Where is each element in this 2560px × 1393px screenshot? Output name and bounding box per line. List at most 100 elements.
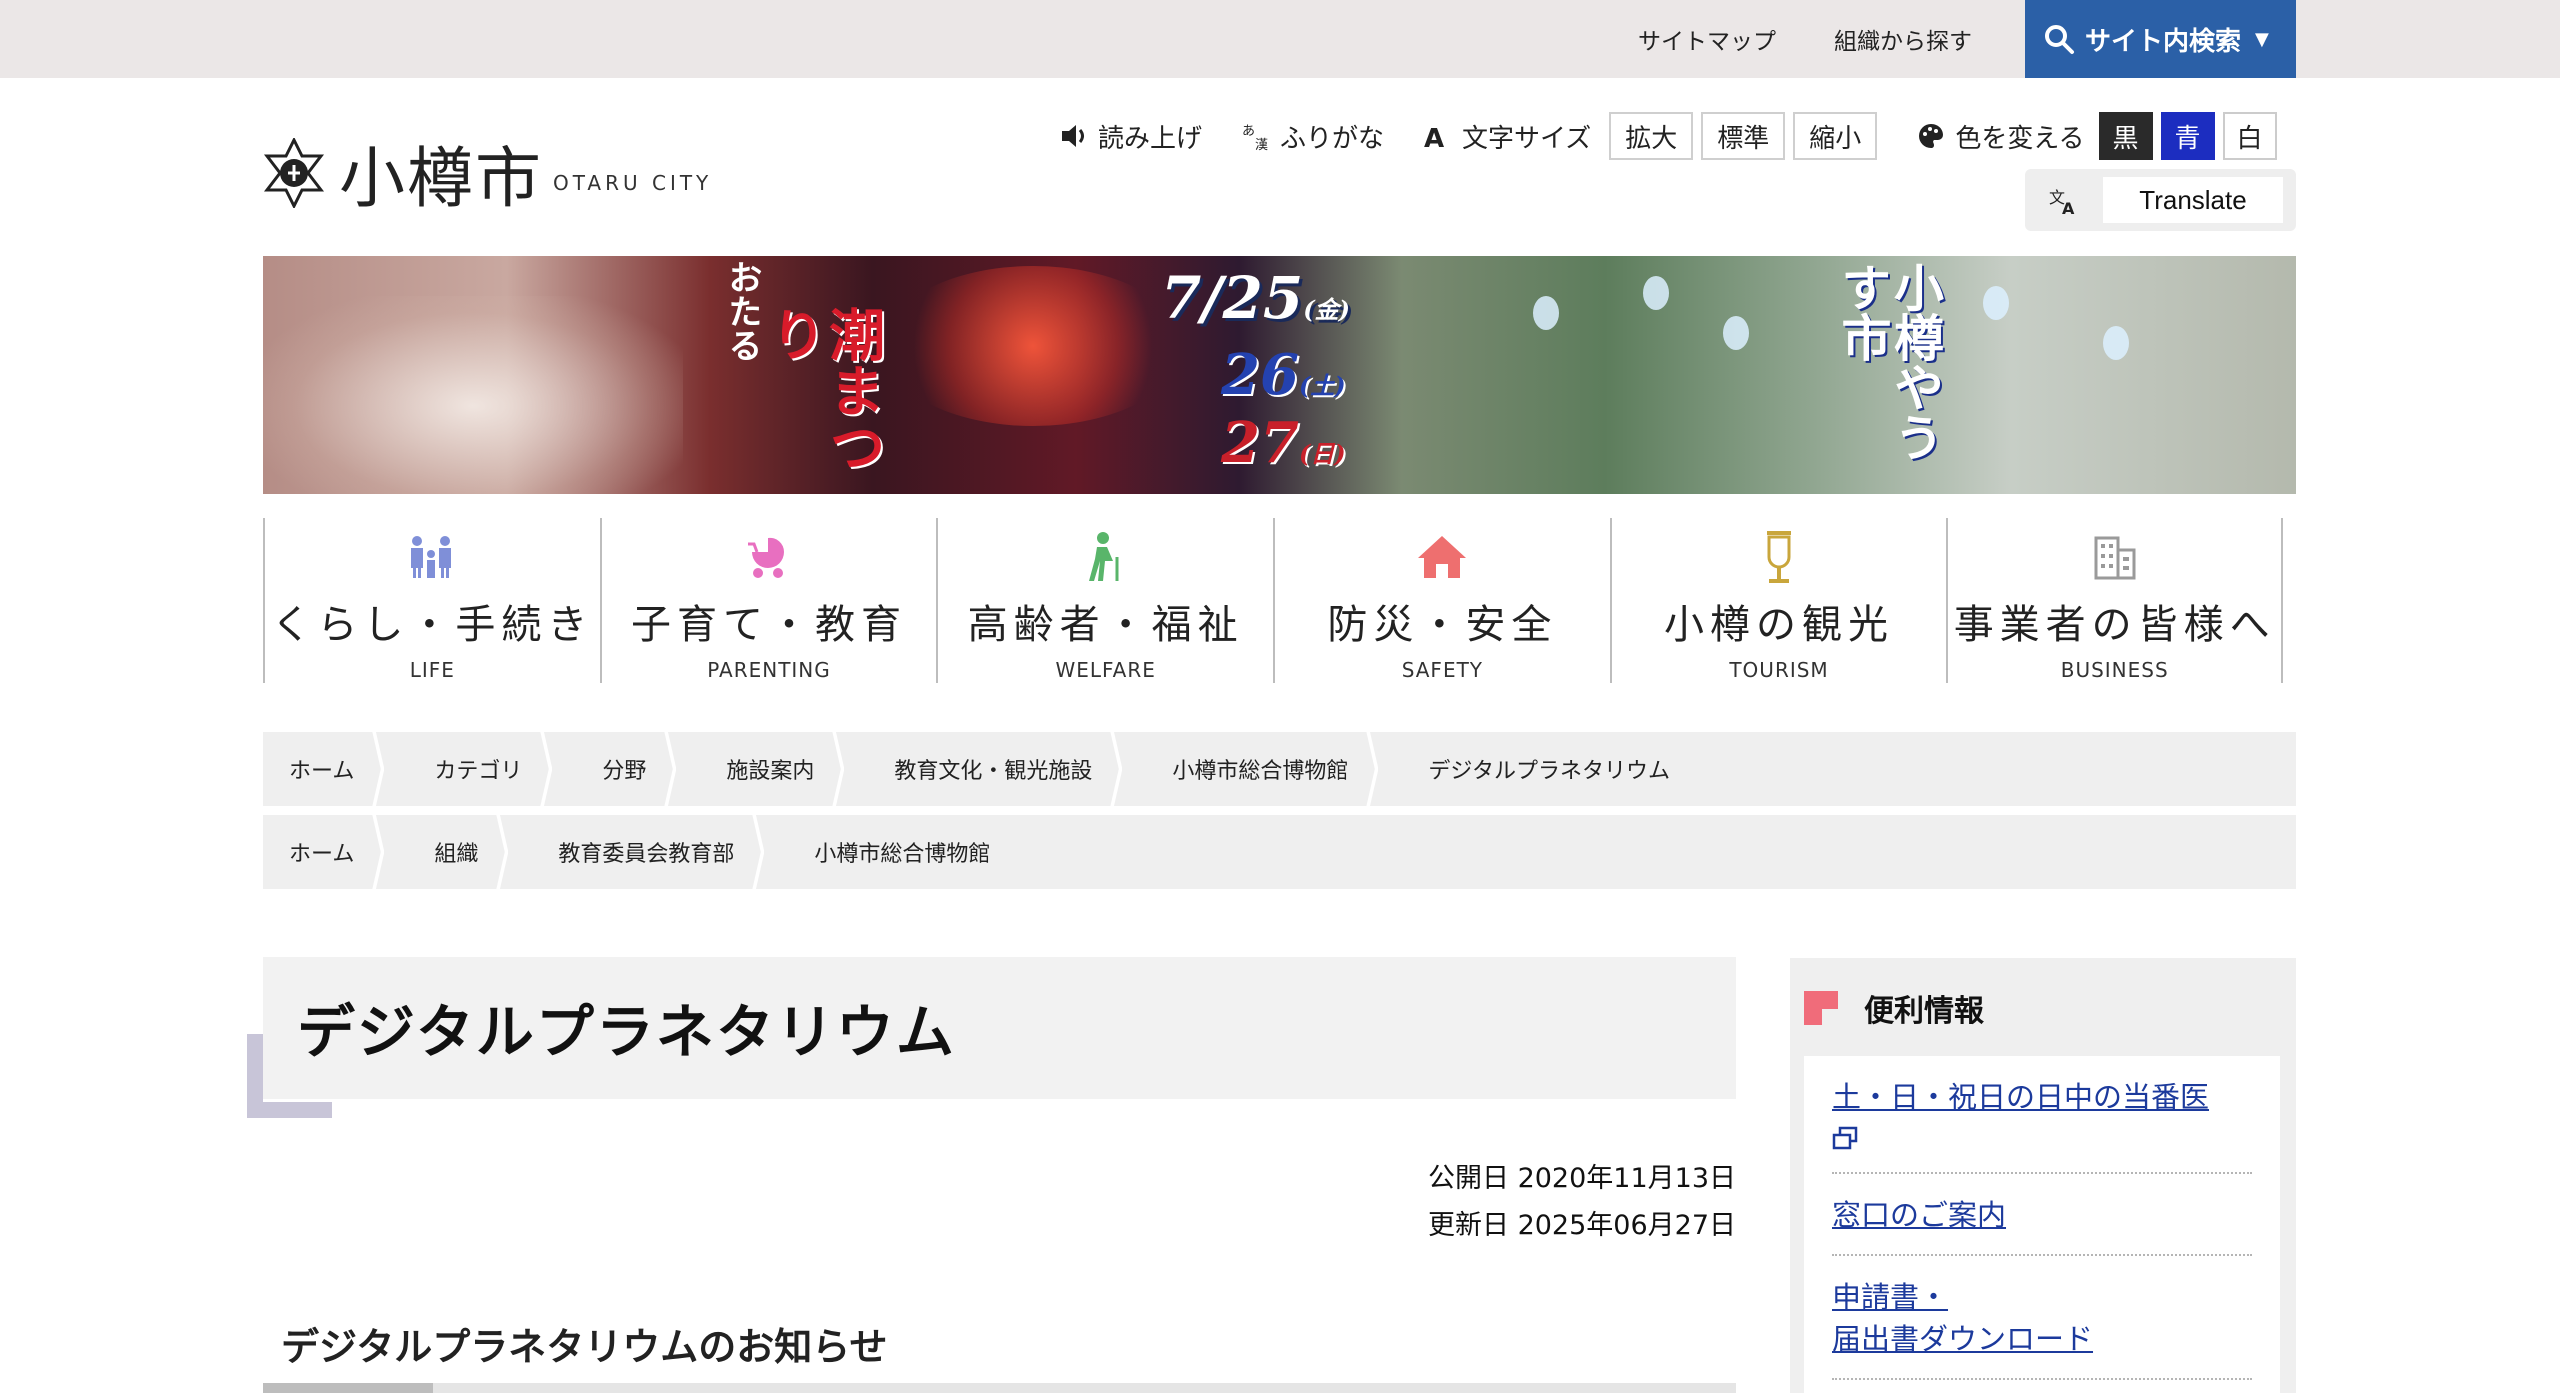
translate-button[interactable]: Translate xyxy=(2103,177,2283,223)
useful-info-heading: 便利情報 xyxy=(1864,994,1984,1029)
banner-date-1-text: 7/25 xyxy=(1161,264,1304,332)
building-icon xyxy=(2092,528,2138,586)
banner-market-title: 小樽やうす市 xyxy=(1833,262,1945,462)
breadcrumb: ホーム 組織 教育委員会教育部 小樽市総合博物館 xyxy=(263,815,2296,889)
standard-size-button[interactable]: 標準 xyxy=(1701,112,1786,160)
site-search-label: サイト内検索 xyxy=(2085,26,2242,57)
elderly-icon xyxy=(1081,528,1131,586)
read-aloud-label: 読み上げ xyxy=(1098,123,1203,154)
translate-icon: 文A xyxy=(2049,188,2075,215)
category-label: くらし・手続き xyxy=(271,602,594,648)
breadcrumb-item[interactable]: カテゴリ xyxy=(390,732,558,806)
counter-guide-link[interactable]: 窓口のご案内 xyxy=(1832,1194,2252,1236)
banner-date-3-text: 27 xyxy=(1221,410,1299,476)
site-search-button[interactable]: サイト内検索 ▼ xyxy=(2025,0,2296,78)
category-label: 子育て・教育 xyxy=(631,602,907,648)
utility-bar: サイトマップ 組織から探す サイト内検索 ▼ xyxy=(0,0,2560,78)
enlarge-button[interactable]: 拡大 xyxy=(1609,112,1694,160)
forms-download-link[interactable]: 申請書・届出書ダウンロード xyxy=(1832,1276,2252,1360)
breadcrumb-item[interactable]: 組織 xyxy=(390,815,514,889)
city-emblem-icon xyxy=(263,138,325,208)
accessibility-tools: 読み上げ あ漢 ふりがな A 文字サイズ 拡大 標準 縮小 色を変える 黒 青 … xyxy=(1060,112,2277,160)
breadcrumb-item: デジタルプラネタリウム xyxy=(1428,759,1670,784)
section-divider xyxy=(263,1383,1736,1393)
category-label-english: PARENTING xyxy=(707,658,831,682)
breadcrumb-item[interactable]: ホーム xyxy=(263,815,390,889)
wind-chime-decoration xyxy=(1983,286,2009,320)
category-label-english: SAFETY xyxy=(1401,658,1484,682)
banner-date-3: 27(日) xyxy=(1221,410,1346,476)
wind-chime-decoration xyxy=(1723,316,1749,350)
category-label: 小樽の観光 xyxy=(1664,602,1895,648)
forms-download-line-2: 届出書ダウンロード xyxy=(1832,1322,2094,1356)
category-label: 高齢者・福祉 xyxy=(967,602,1244,648)
banner-fireworks xyxy=(883,266,1183,426)
breadcrumb-item[interactable]: 教育文化・観光施設 xyxy=(850,732,1128,806)
updated-date: 更新日 2025年06月27日 xyxy=(1427,1210,1736,1241)
category-label-english: TOURISM xyxy=(1729,658,1829,682)
family-icon xyxy=(407,528,457,586)
external-window-icon xyxy=(1832,1126,1858,1150)
furigana-label: ふりがな xyxy=(1280,123,1385,154)
useful-info-list: 土・日・祝日の日中の当番医 窓口のご案内 申請書・届出書ダウンロード xyxy=(1804,1056,2280,1393)
category-parenting[interactable]: 子育て・教育 PARENTING xyxy=(599,518,937,683)
lamp-icon xyxy=(1759,528,1799,586)
category-label-english: BUSINESS xyxy=(2060,658,2169,682)
category-business[interactable]: 事業者の皆様へ BUSINESS xyxy=(1946,518,2284,683)
category-welfare[interactable]: 高齢者・福祉 WELFARE xyxy=(936,518,1273,683)
search-icon xyxy=(2045,25,2074,54)
forms-download-line-1: 申請書・ xyxy=(1832,1280,1949,1314)
page-title: デジタルプラネタリウム xyxy=(297,998,956,1066)
furigana-button[interactable]: あ漢 ふりがな xyxy=(1242,118,1384,155)
svg-text:A: A xyxy=(2062,199,2075,215)
category-label-english: WELFARE xyxy=(1055,658,1156,682)
category-label: 防災・安全 xyxy=(1327,602,1558,648)
change-color-text: 色を変える xyxy=(1955,123,2085,154)
stroller-icon xyxy=(744,528,794,586)
palette-icon xyxy=(1919,124,1944,148)
svg-text:あ: あ xyxy=(1242,124,1255,139)
breadcrumb-item[interactable]: 分野 xyxy=(558,732,682,806)
read-aloud-button[interactable]: 読み上げ xyxy=(1060,118,1202,155)
wind-chime-decoration xyxy=(2103,326,2129,360)
banner-date-2-text: 26 xyxy=(1221,342,1299,408)
furigana-icon: あ漢 xyxy=(1242,124,1268,151)
color-black-button[interactable]: 黒 xyxy=(2098,112,2153,160)
category-safety[interactable]: 防災・安全 SAFETY xyxy=(1273,518,1610,683)
festival-banner[interactable]: おたる 潮まつり 7/25(金) 26(土) 27(日) 小樽やうす市 xyxy=(263,256,2296,494)
breadcrumb-item[interactable]: ホーム xyxy=(263,732,390,806)
wind-chime-decoration xyxy=(1643,276,1669,310)
text-size-icon: A xyxy=(1424,124,1444,151)
category-tourism[interactable]: 小樽の観光 TOURISM xyxy=(1609,518,1947,683)
category-label-english: LIFE xyxy=(409,658,455,682)
translate-widget: 文A Translate xyxy=(2025,169,2296,231)
banner-festival-title: 潮まつり xyxy=(760,306,885,474)
svg-text:A: A xyxy=(1424,124,1444,151)
chevron-down-icon: ▼ xyxy=(2255,28,2269,50)
breadcrumb-item[interactable]: 小樽市総合博物館 xyxy=(770,815,1026,889)
category-life[interactable]: くらし・手続き LIFE xyxy=(263,518,600,683)
text-size-label: A 文字サイズ xyxy=(1424,118,1591,155)
banner-date-2: 26(土) xyxy=(1221,342,1346,408)
page-dates: 公開日 2020年11月13日 更新日 2025年06月27日 xyxy=(1428,1155,1736,1249)
breadcrumb-item[interactable]: 施設案内 xyxy=(682,732,850,806)
color-blue-button[interactable]: 青 xyxy=(2160,112,2215,160)
city-logo[interactable]: 小樽市 OTARU CITY xyxy=(263,125,712,221)
shrink-button[interactable]: 縮小 xyxy=(1793,112,1878,160)
category-nav: くらし・手続き LIFE 子育て・教育 PARENTING 高齢者・福祉 WEL… xyxy=(263,518,2284,683)
banner-date-1: 7/25(金) xyxy=(1161,264,1350,332)
breadcrumb-item[interactable]: 教育委員会教育部 xyxy=(514,815,770,889)
change-color-label: 色を変える xyxy=(1917,118,2085,155)
org-search-link[interactable]: 組織から探す xyxy=(1834,22,1972,56)
color-white-button[interactable]: 白 xyxy=(2222,112,2277,160)
banner-dancer-area xyxy=(263,296,683,494)
banner-date-2-dow: (土) xyxy=(1298,371,1346,400)
breadcrumb-item[interactable]: 小樽市総合博物館 xyxy=(1128,732,1384,806)
category-label: 事業者の皆様へ xyxy=(1953,602,2276,648)
speaker-icon xyxy=(1062,125,1084,147)
list-item: 土・日・祝日の日中の当番医 xyxy=(1832,1056,2252,1174)
sitemap-link[interactable]: サイトマップ xyxy=(1638,22,1776,56)
heading-square-icon xyxy=(1804,991,1838,1025)
holiday-doctor-link[interactable]: 土・日・祝日の日中の当番医 xyxy=(1832,1076,2252,1118)
wind-chime-decoration xyxy=(1533,296,1559,330)
